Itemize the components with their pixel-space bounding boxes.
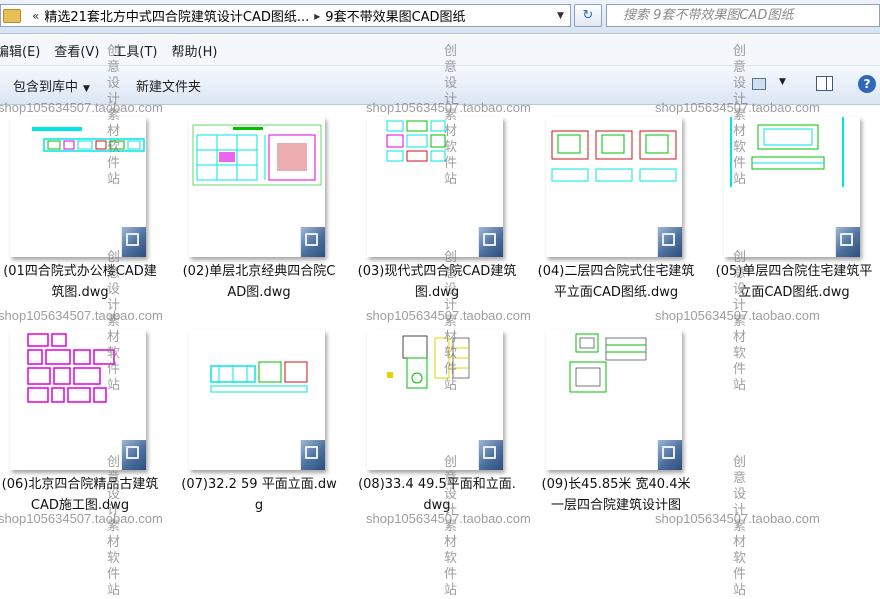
file-name: (02)单层北京经典四合院CAD图.dwg bbox=[182, 264, 336, 300]
file-thumbnail bbox=[367, 117, 503, 257]
address-bar: « 精选21套北方中式四合院建筑设计CAD图纸... ▸ 9套不带效果图CAD图… bbox=[0, 0, 880, 34]
preview-pane-icon[interactable] bbox=[816, 76, 833, 91]
address-dropdown-icon[interactable]: ▼ bbox=[551, 5, 570, 26]
menu-bar: 编辑(E) 查看(V) 工具(T) 帮助(H) bbox=[0, 35, 880, 66]
chevron-down-icon: ▼ bbox=[83, 84, 90, 94]
file-thumbnail bbox=[189, 330, 325, 470]
menu-view[interactable]: 查看(V) bbox=[54, 41, 99, 60]
file-thumbnail bbox=[10, 117, 146, 257]
file-name: (08)33.4 49.5平面和立面.dwg bbox=[358, 477, 516, 513]
dwg-file-icon bbox=[300, 227, 325, 257]
menu-help[interactable]: 帮助(H) bbox=[172, 41, 218, 60]
dwg-file-icon bbox=[478, 440, 503, 470]
include-in-library-label: 包含到库中 bbox=[13, 80, 79, 95]
breadcrumb-overflow-chevron[interactable]: « bbox=[27, 9, 44, 23]
file-name: (07)32.2 59 平面立面.dwg bbox=[181, 477, 337, 513]
menu-tools[interactable]: 工具(T) bbox=[113, 41, 157, 60]
dwg-file-icon bbox=[121, 440, 146, 470]
refresh-button[interactable]: ↻ bbox=[574, 4, 602, 27]
file-thumbnail bbox=[189, 117, 325, 257]
address-box[interactable]: « 精选21套北方中式四合院建筑设计CAD图纸... ▸ 9套不带效果图CAD图… bbox=[0, 4, 571, 27]
dwg-file-icon bbox=[835, 227, 860, 257]
dwg-file-icon bbox=[657, 227, 682, 257]
file-name: (05)单层四合院住宅建筑平立面CAD图纸.dwg bbox=[715, 264, 873, 300]
search-box[interactable] bbox=[606, 4, 880, 27]
file-name: (01四合院式办公楼CAD建筑图.dwg bbox=[3, 264, 157, 300]
file-thumbnail bbox=[546, 117, 682, 257]
file-thumbnail bbox=[724, 117, 860, 257]
view-options-chevron-icon[interactable]: ▼ bbox=[779, 77, 786, 87]
file-name: (06)北京四合院精品古建筑CAD施工图.dwg bbox=[1, 477, 159, 513]
menu-edit[interactable]: 编辑(E) bbox=[0, 41, 40, 60]
refresh-icon: ↻ bbox=[582, 8, 594, 23]
help-icon[interactable]: ? bbox=[858, 75, 876, 93]
search-input[interactable] bbox=[607, 7, 879, 24]
change-view-icon[interactable] bbox=[752, 78, 766, 90]
file-thumbnail bbox=[10, 330, 146, 470]
file-name: (04)二层四合院式住宅建筑平立面CAD图纸.dwg bbox=[537, 264, 695, 300]
dwg-file-icon bbox=[657, 440, 682, 470]
breadcrumb-parent-folder[interactable]: 精选21套北方中式四合院建筑设计CAD图纸... bbox=[44, 6, 309, 25]
dwg-file-icon bbox=[300, 440, 325, 470]
dwg-file-icon bbox=[478, 227, 503, 257]
file-list: (01四合院式办公楼CAD建筑图.dwg (02)单层北京经典四合院CAD图.d… bbox=[0, 105, 880, 577]
command-bar: 包含到库中 ▼ 新建文件夹 ▼ ? bbox=[0, 66, 880, 105]
file-name: (03)现代式四合院CAD建筑图.dwg bbox=[357, 264, 517, 300]
breadcrumb-current-folder[interactable]: 9套不带效果图CAD图纸 bbox=[325, 6, 465, 25]
include-in-library-button[interactable]: 包含到库中 ▼ bbox=[13, 76, 90, 95]
dwg-file-icon bbox=[121, 227, 146, 257]
file-name: (09)长45.85米 宽40.4米 一层四合院建筑设计图 bbox=[541, 477, 691, 513]
file-thumbnail bbox=[367, 330, 503, 470]
folder-icon bbox=[3, 8, 21, 23]
new-folder-button[interactable]: 新建文件夹 bbox=[136, 76, 201, 95]
breadcrumb-separator-icon[interactable]: ▸ bbox=[309, 9, 325, 23]
file-thumbnail bbox=[546, 330, 682, 470]
